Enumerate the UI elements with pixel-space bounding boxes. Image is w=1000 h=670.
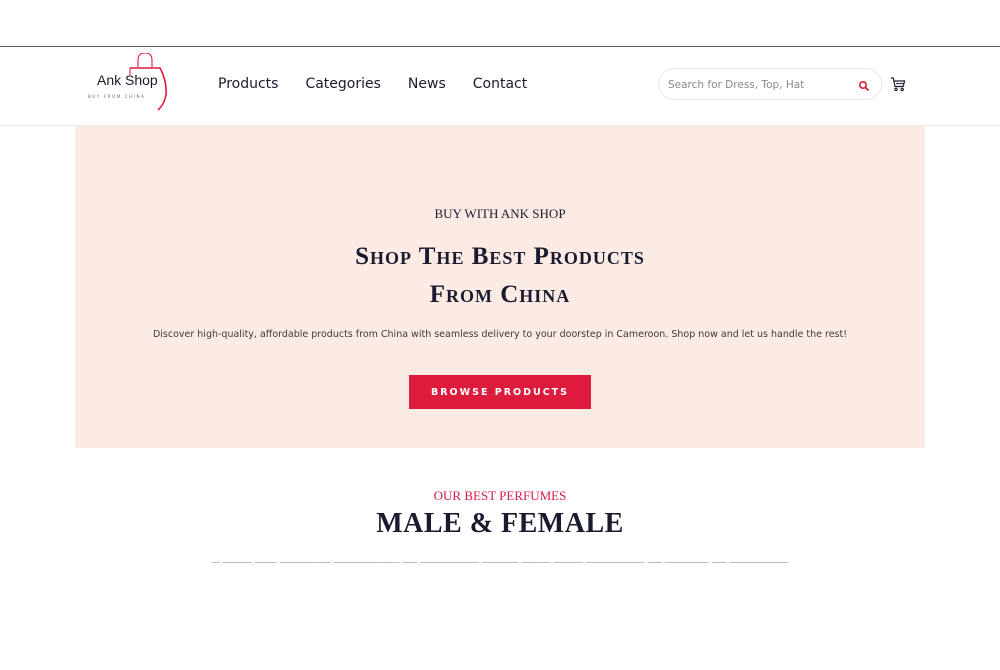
logo-name: Ank Shop [97,72,158,88]
lower-blank-area [0,563,1000,670]
hero-title-line-2: From China [429,281,571,308]
section-kicker: OUR BEST PERFUMES [433,488,567,503]
section-description: ▂ ▂▂▂▂ ▂▂▂ ▂▂▂▂▂▂▂ ▂▂▂▂▂▂▂▂▂ ▂▂ ▂▂▂▂▂▂▂▂… [212,555,788,563]
nav-categories[interactable]: Categories [305,76,380,92]
hero-banner: BUY WITH ANK SHOP Shop The Best Products… [75,126,925,448]
main-nav: Products Categories News Contact [218,76,527,92]
site-header: Ank Shop BUY FROM CHINA Products Categor… [0,46,1000,126]
nav-products[interactable]: Products [218,76,278,92]
search-box [658,68,882,100]
nav-news[interactable]: News [408,76,446,92]
logo[interactable]: Ank Shop BUY FROM CHINA [84,53,174,119]
search-input[interactable] [668,77,848,93]
section-title: MALE & FEMALE [376,508,624,539]
nav-contact[interactable]: Contact [473,76,527,92]
logo-tagline: BUY FROM CHINA [88,94,146,99]
hero-title: Shop The Best Products From China [75,238,925,314]
search-icon[interactable] [858,79,870,91]
cart-icon[interactable] [890,76,906,92]
hero-description: Discover high-quality, affordable produc… [152,329,848,340]
hero-kicker: BUY WITH ANK SHOP [434,206,566,221]
browse-products-button[interactable]: BROWSE PRODUCTS [409,375,591,409]
top-blank-area [0,0,1000,46]
section-description-clipped: ▂ ▂▂▂▂ ▂▂▂ ▂▂▂▂▂▂▂ ▂▂▂▂▂▂▂▂▂ ▂▂ ▂▂▂▂▂▂▂▂… [0,555,1000,563]
hero-title-line-1: Shop The Best Products [355,243,645,270]
